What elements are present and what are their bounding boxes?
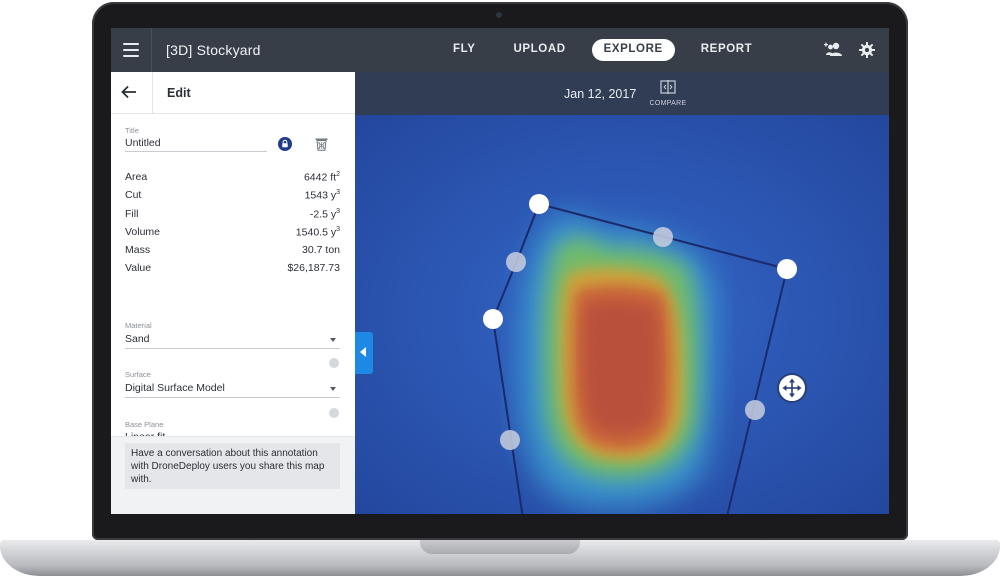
nav-fly[interactable]: FLY bbox=[441, 39, 487, 61]
metric-value: -2.5 y3 bbox=[309, 207, 340, 221]
laptop-notch bbox=[420, 540, 580, 554]
info-icon[interactable] bbox=[329, 358, 339, 368]
metric-label: Area bbox=[125, 171, 148, 183]
nav-upload[interactable]: UPLOAD bbox=[501, 39, 577, 61]
add-users-icon[interactable] bbox=[824, 41, 844, 59]
nav-report[interactable]: REPORT bbox=[689, 39, 765, 61]
conversation-prompt[interactable]: Have a conversation about this annotatio… bbox=[125, 443, 340, 489]
collapse-panel-button[interactable] bbox=[355, 332, 373, 374]
metric-value: 30.7 ton bbox=[302, 244, 340, 257]
midpoint-handle[interactable] bbox=[506, 252, 526, 272]
arrow-left-icon[interactable] bbox=[121, 85, 137, 99]
metric-volume: Volume 1540.5 y3 bbox=[125, 226, 340, 244]
metric-area: Area 6442 ft2 bbox=[125, 171, 340, 189]
vertex-handle[interactable] bbox=[529, 194, 549, 214]
map-date[interactable]: Jan 12, 2017 bbox=[564, 87, 636, 101]
header-separator bbox=[152, 72, 153, 113]
info-icon[interactable] bbox=[329, 408, 339, 418]
metric-value-row: Value $26,187.73 bbox=[125, 262, 340, 280]
midpoint-handle[interactable] bbox=[745, 400, 765, 420]
metric-cut: Cut 1543 y3 bbox=[125, 189, 340, 207]
main-nav: FLY UPLOAD EXPLORE REPORT bbox=[441, 39, 778, 61]
metric-label: Mass bbox=[125, 244, 151, 257]
metric-value: 6442 ft2 bbox=[303, 171, 340, 184]
nav-explore[interactable]: EXPLORE bbox=[591, 39, 675, 61]
metric-label: Value bbox=[125, 262, 152, 275]
vertex-handle[interactable] bbox=[483, 309, 503, 329]
chevron-down-icon bbox=[330, 387, 336, 391]
edit-panel: Edit Title Untitled Area 6442 ft2 Cut 15… bbox=[111, 72, 355, 514]
vertex-handle[interactable] bbox=[777, 259, 797, 279]
chevron-down-icon bbox=[330, 338, 336, 342]
metric-label: Volume bbox=[125, 225, 161, 238]
move-arrows-icon[interactable] bbox=[777, 373, 807, 403]
panel-title: Edit bbox=[167, 86, 191, 100]
chevron-left-icon bbox=[360, 347, 366, 357]
metric-value: 1540.5 y3 bbox=[295, 225, 340, 239]
metric-value: 1543 y3 bbox=[304, 189, 340, 202]
material-select[interactable]: Sand bbox=[125, 330, 340, 349]
top-bar: [3D] Stockyard FLY UPLOAD EXPLORE REPORT bbox=[111, 28, 889, 72]
map-canvas[interactable] bbox=[355, 115, 889, 514]
lock-icon[interactable] bbox=[278, 137, 292, 151]
hamburger-icon[interactable] bbox=[123, 43, 139, 57]
metric-label: Fill bbox=[125, 207, 139, 220]
map-view[interactable]: Jan 12, 2017 COMPARE bbox=[355, 72, 889, 514]
compare-label: COMPARE bbox=[649, 100, 687, 107]
metric-value: $26,187.73 bbox=[287, 262, 340, 275]
date-bar: Jan 12, 2017 COMPARE bbox=[355, 72, 889, 115]
title-label: Title bbox=[125, 126, 139, 135]
panel-footer: Have a conversation about this annotatio… bbox=[111, 436, 355, 514]
surface-label: Surface bbox=[125, 370, 151, 379]
gear-icon[interactable] bbox=[859, 42, 875, 58]
title-input[interactable]: Untitled bbox=[125, 137, 267, 152]
trash-icon[interactable] bbox=[315, 137, 328, 151]
material-value: Sand bbox=[125, 333, 150, 345]
webcam bbox=[496, 12, 502, 18]
app-screen: [3D] Stockyard FLY UPLOAD EXPLORE REPORT bbox=[111, 28, 889, 514]
app-title: [3D] Stockyard bbox=[166, 42, 261, 58]
material-label: Material bbox=[125, 321, 152, 330]
midpoint-handle[interactable] bbox=[500, 430, 520, 450]
surface-value: Digital Surface Model bbox=[125, 382, 225, 394]
panel-header: Edit bbox=[111, 72, 355, 114]
midpoint-handle[interactable] bbox=[653, 227, 673, 247]
topbar-divider bbox=[151, 28, 152, 72]
compare-button[interactable]: COMPARE bbox=[646, 80, 690, 110]
metric-label: Cut bbox=[125, 189, 142, 202]
metric-fill: Fill -2.5 y3 bbox=[125, 208, 340, 226]
surface-select[interactable]: Digital Surface Model bbox=[125, 379, 340, 398]
metrics-list: Area 6442 ft2 Cut 1543 y3 Fill -2.5 y3 V… bbox=[125, 171, 340, 281]
metric-mass: Mass 30.7 ton bbox=[125, 244, 340, 262]
heatmap-stockpile bbox=[520, 215, 715, 508]
compare-icon bbox=[660, 80, 676, 94]
